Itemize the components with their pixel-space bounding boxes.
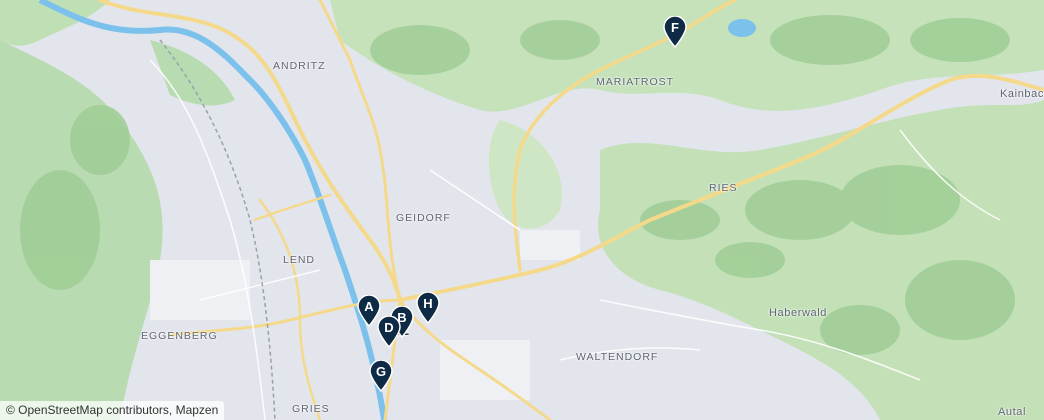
place-label-kainbach: Kainbach [1000,88,1044,100]
place-label-lend: LEND [283,254,316,266]
place-label-andritz: ANDRITZ [273,60,326,72]
map-marker-f[interactable]: F [662,16,688,48]
place-label-geidorf: GEIDORF [396,212,451,224]
place-label-ries: RIES [709,182,738,194]
marker-label: A [364,299,374,314]
map-marker-h[interactable]: H [415,292,441,324]
place-label-gries: GRIES [292,403,330,415]
lake [728,19,756,37]
map-attribution[interactable]: © OpenStreetMap contributors, Mapzen [0,401,225,420]
map-marker-d[interactable]: D [376,316,402,348]
marker-label: H [423,296,433,311]
map-marker-g[interactable]: G [368,360,394,392]
marker-label: G [375,364,387,379]
place-label-eggenberg: EGGENBERG [141,330,218,342]
place-label-autal: Autal [998,406,1027,418]
marker-label: D [384,320,394,335]
place-label-mariatrost: MARIATROST [596,76,675,88]
place-label-waltendorf: WALTENDORF [576,351,659,363]
map-canvas[interactable]: ANDRITZ MARIATROST Kainbach RIES GEIDORF… [0,0,1044,420]
map-base-layer [0,0,1044,420]
place-label-haberwald: Haberwald [769,307,827,319]
marker-label: F [671,20,679,35]
